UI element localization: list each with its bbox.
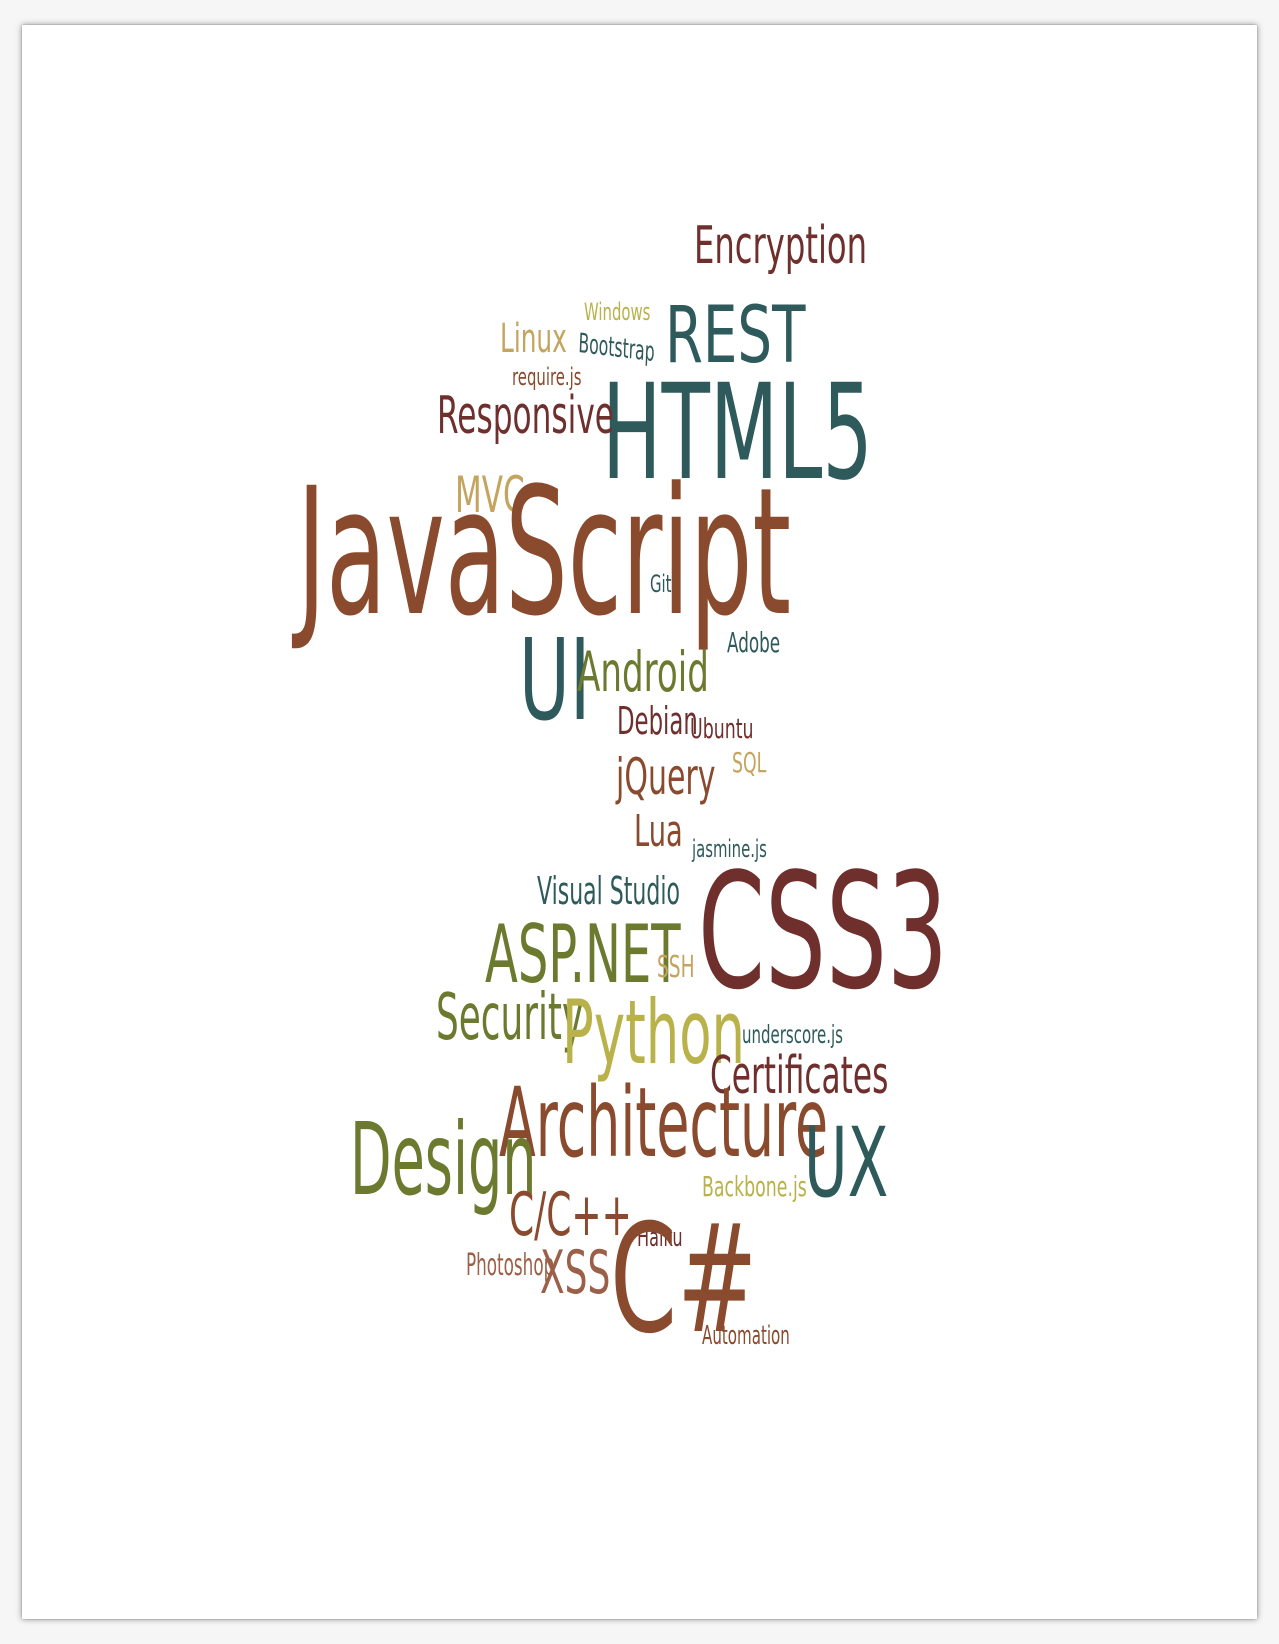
- word-automation: Automation: [702, 1321, 790, 1351]
- word-ssh: SSH: [657, 950, 695, 985]
- word-debian: Debian: [617, 699, 698, 743]
- word-git: Git: [650, 570, 672, 598]
- word-linux: Linux: [500, 316, 567, 362]
- word-underscore-js: underscore.js: [742, 1020, 843, 1049]
- word-windows: Windows: [584, 298, 651, 326]
- word-sql: SQL: [732, 746, 767, 779]
- word-jquery: jQuery: [616, 748, 716, 806]
- word-responsive: Responsive: [437, 386, 614, 446]
- word-ux: UX: [804, 1107, 889, 1219]
- word-adobe: Adobe: [727, 626, 781, 659]
- word-xss: XSS: [540, 1238, 611, 1308]
- word-ubuntu: Ubuntu: [690, 712, 754, 745]
- word-encryption: Encryption: [694, 216, 868, 276]
- word-android: Android: [577, 640, 709, 704]
- word-lua: Lua: [634, 806, 683, 857]
- word-cloud: Encryption Windows REST Linux Bootstrap …: [22, 25, 1257, 1619]
- word-javascript: JavaScript: [297, 450, 792, 655]
- word-visual-studio: Visual Studio: [537, 869, 681, 913]
- word-cloud-page: Encryption Windows REST Linux Bootstrap …: [22, 25, 1257, 1619]
- word-architecture: Architecture: [499, 1067, 829, 1179]
